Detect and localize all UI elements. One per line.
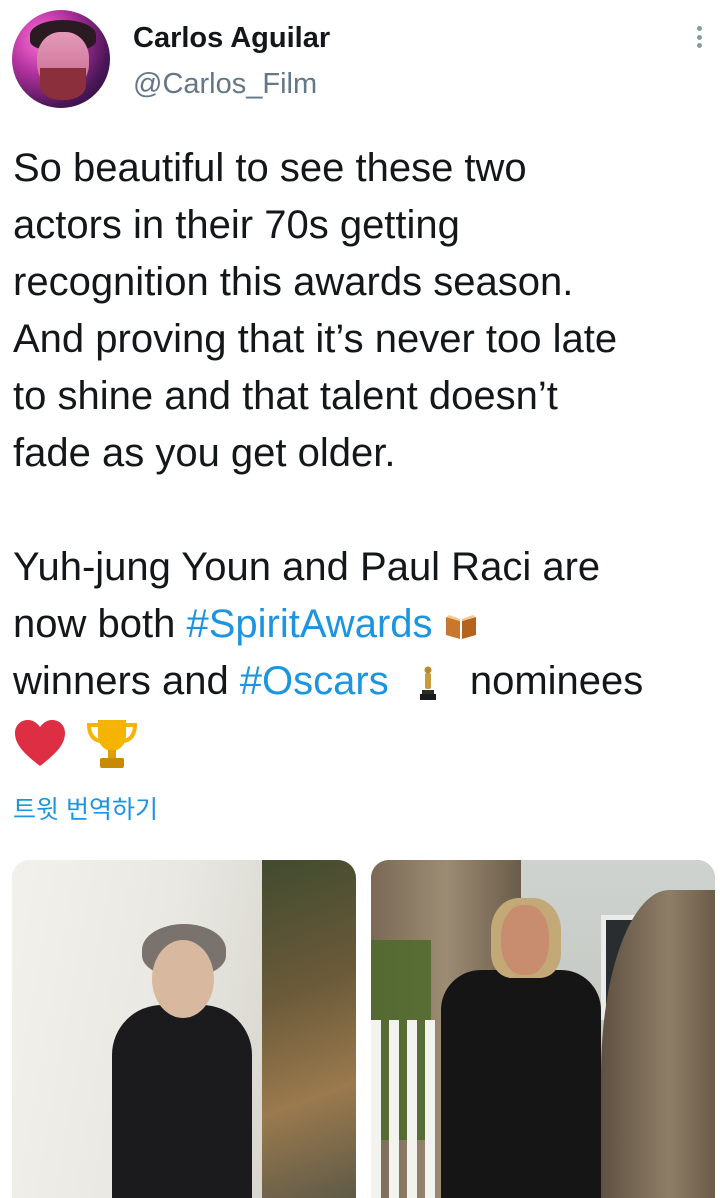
tweet-line: recognition this awards season. xyxy=(13,260,574,304)
tweet-line: winners and #Oscars nominees xyxy=(13,653,713,710)
translate-tweet-link[interactable]: 트윗 번역하기 xyxy=(13,790,158,826)
tweet-text: So beautiful to see these two actors in … xyxy=(13,140,713,771)
tweet-line: fade as you get older. xyxy=(13,431,396,475)
hashtag-oscars[interactable]: #Oscars xyxy=(240,659,389,703)
red-heart-emoji-icon xyxy=(15,720,65,767)
tweet-line: So beautiful to see these two xyxy=(13,146,527,190)
tweet-line: actors in their 70s getting xyxy=(13,203,460,247)
tweet-photo-2[interactable] xyxy=(371,860,715,1198)
tweet-line: to shine and that talent doesn’t xyxy=(13,374,558,418)
author-avatar[interactable] xyxy=(12,10,110,108)
tweet-line xyxy=(13,714,713,771)
tweet-text-segment: winners and xyxy=(13,659,240,703)
tweet-text-segment: now both xyxy=(13,602,187,646)
tweet-line: Yuh-jung Youn and Paul Raci are xyxy=(13,545,601,589)
tweet-photo-1[interactable] xyxy=(12,860,356,1198)
oscar-statue-emoji-icon xyxy=(419,666,436,701)
tweet-line: now both #SpiritAwards xyxy=(13,596,713,653)
tweet-text-segment: nominees xyxy=(469,659,644,703)
author-handle[interactable]: @Carlos_Film xyxy=(133,68,317,101)
more-options-icon[interactable] xyxy=(684,26,714,48)
trophy-emoji-icon xyxy=(87,720,138,769)
book-emoji-icon xyxy=(445,615,476,640)
hashtag-spiritawards[interactable]: #SpiritAwards xyxy=(186,602,432,646)
tweet-line: And proving that it’s never too late xyxy=(13,317,618,361)
author-name[interactable]: Carlos Aguilar xyxy=(133,22,330,55)
